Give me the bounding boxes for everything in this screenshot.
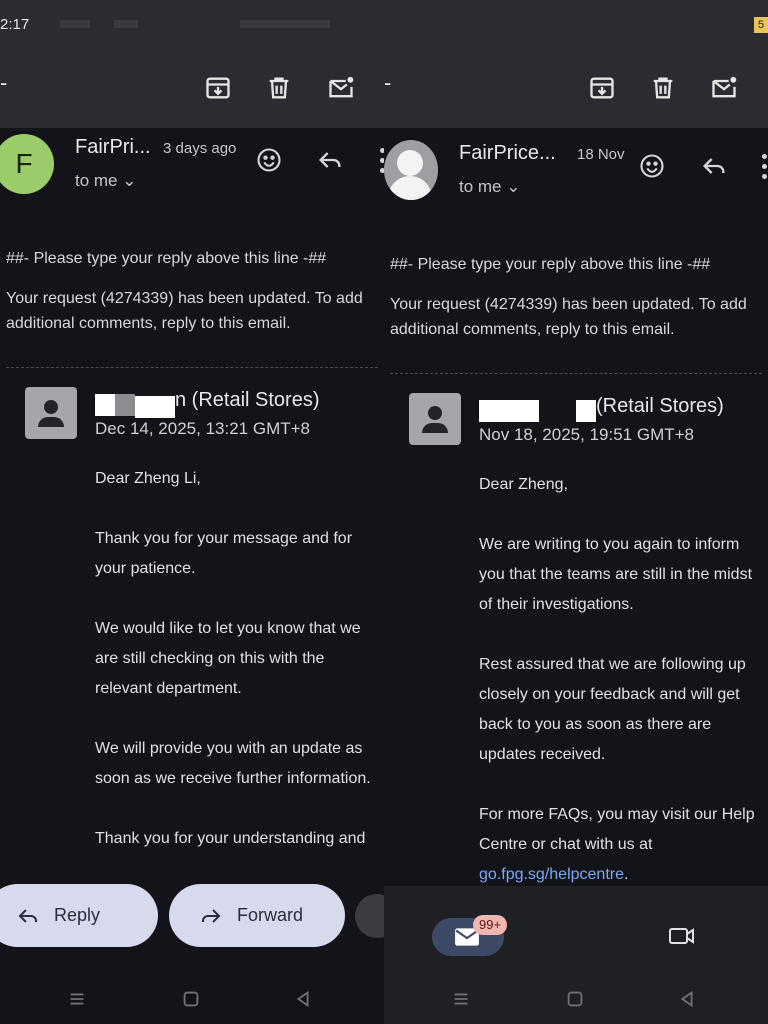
bottom-divider [384,886,768,908]
redaction [115,394,135,416]
back-nav-icon[interactable] [292,988,314,1010]
mark-unread-icon[interactable] [710,74,738,102]
react-button[interactable] [355,894,384,938]
message-body: Dear Zheng, We are writing to you again … [479,470,765,920]
back-nav-icon[interactable] [676,988,698,1010]
archive-icon[interactable] [588,74,616,102]
archive-icon[interactable] [204,74,232,102]
menu-icon[interactable] [66,988,88,1010]
split-screen: 2:17 - F FairPri... 3 days ago to me ⌄ #… [0,0,768,1024]
right-email-panel: 5 - FairPrice... 18 Nov to me ⌄ ##- Plea… [384,0,768,1024]
message-paragraph: We will provide you with an update as so… [95,740,371,787]
back-button[interactable]: - [0,70,7,96]
agent-name: n (Retail Stores) [175,389,320,411]
reply-button[interactable]: Reply [0,884,158,947]
mark-unread-icon[interactable] [327,74,355,102]
message-paragraph: For more FAQs, you may visit our Help Ce… [479,806,755,883]
message-paragraph: Rest assured that we are following up cl… [479,656,746,763]
forward-label: Forward [237,905,304,925]
delete-icon[interactable] [649,74,677,102]
back-button[interactable]: - [384,70,391,96]
agent-date: Dec 14, 2025, 13:21 GMT+8 [95,419,310,438]
email-date: 3 days ago [163,140,237,157]
divider [390,373,762,374]
reply-icon [18,908,37,923]
chevron-down-icon: ⌄ [506,177,521,196]
reply-icon[interactable] [700,152,728,180]
emoji-icon[interactable] [638,152,666,180]
reply-above-line: ##- Please type your reply above this li… [390,256,711,273]
status-time: 2:17 [0,16,30,33]
message-paragraph: Dear Zheng Li, [95,470,201,487]
battery-icon: 5 [754,17,768,33]
status-bar: 2:17 [0,0,384,40]
sender-name[interactable]: FairPrice... [459,142,556,165]
forward-button[interactable]: Forward [169,884,345,947]
home-icon[interactable] [564,988,586,1010]
reply-icon[interactable] [316,146,344,174]
sender-name[interactable]: FairPri... [75,136,151,159]
system-nav-bar [384,978,768,1024]
agent-avatar [25,387,77,439]
redaction [576,400,596,422]
email-header: FairPrice... 18 Nov to me ⌄ [384,128,768,218]
sender-avatar[interactable] [384,140,438,200]
message-paragraph: Thank you for your message and for your … [95,530,353,577]
system-nav-bar [0,978,384,1024]
recipient-toggle[interactable]: to me ⌄ [459,177,521,197]
chevron-down-icon: ⌄ [122,171,137,190]
more-icon[interactable] [762,154,768,182]
delete-icon[interactable] [265,74,293,102]
status-icons [60,20,360,28]
reply-actions: Reply Forward [0,863,384,978]
reply-label: Reply [54,905,101,925]
redaction [479,400,539,422]
email-header: F FairPri... 3 days ago to me ⌄ [0,128,384,218]
forward-icon [202,908,221,923]
sender-avatar[interactable]: F [0,134,54,194]
message-body: Dear Zheng Li, Thank you for your messag… [95,464,380,884]
help-centre-link[interactable]: go.fpg.sg/helpcentre [479,866,624,883]
message-paragraph: We are writing to you again to inform yo… [479,536,753,613]
status-bar: 5 [384,0,768,40]
email-date: 18 Nov [577,146,625,163]
update-notice: Your request (4274339) has been updated.… [390,296,747,338]
agent-date: Nov 18, 2025, 19:51 GMT+8 [479,425,694,444]
left-email-panel: 2:17 - F FairPri... 3 days ago to me ⌄ #… [0,0,384,1024]
message-paragraph: Dear Zheng, [479,476,568,493]
email-toolbar: - [0,40,384,128]
redaction [135,396,175,418]
email-toolbar: - [384,40,768,128]
message-paragraph: Thank you for your understanding and [95,830,366,847]
recipient-toggle[interactable]: to me ⌄ [75,171,137,191]
reply-above-line: ##- Please type your reply above this li… [6,250,327,267]
message-paragraph: We would like to let you know that we ar… [95,620,361,697]
unread-badge: 99+ [473,915,508,935]
home-icon[interactable] [180,988,202,1010]
update-notice: Your request (4274339) has been updated.… [6,290,363,332]
divider [6,367,378,368]
video-icon[interactable] [668,924,696,948]
agent-avatar [409,393,461,445]
menu-icon[interactable] [450,988,472,1010]
agent-name: (Retail Stores) [596,395,724,417]
emoji-icon[interactable] [255,146,283,174]
redaction [95,394,115,416]
app-bottom-nav: 99+ [384,908,768,978]
